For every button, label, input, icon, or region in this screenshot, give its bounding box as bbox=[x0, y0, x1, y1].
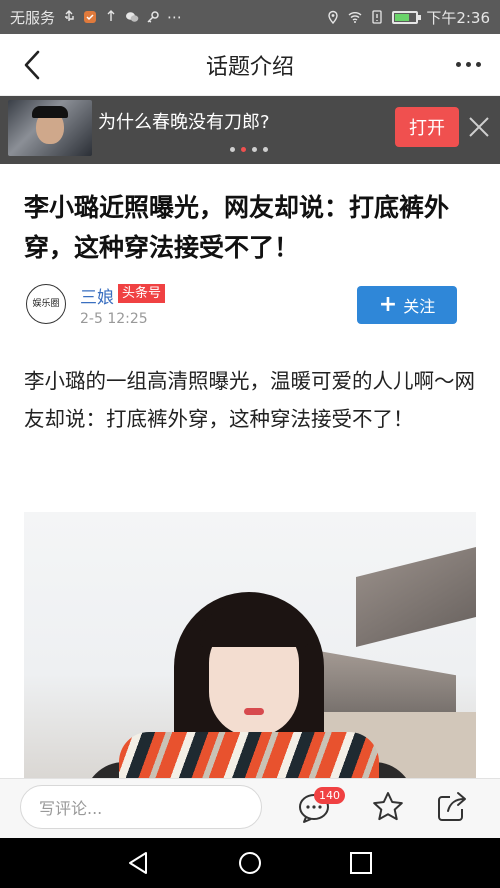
battery-level bbox=[395, 13, 410, 21]
promo-thumbnail bbox=[8, 100, 92, 156]
location-icon bbox=[328, 10, 339, 24]
nav-home-icon[interactable] bbox=[237, 850, 263, 876]
author-name[interactable]: 三娘 bbox=[80, 283, 114, 308]
carousel-dot bbox=[252, 147, 257, 152]
carrier-text: 无服务 bbox=[10, 8, 56, 27]
share-icon[interactable] bbox=[434, 789, 470, 825]
follow-button[interactable]: + 关注 bbox=[357, 286, 457, 324]
back-arrow-icon[interactable] bbox=[18, 48, 48, 82]
close-icon[interactable] bbox=[466, 114, 492, 140]
promo-text[interactable]: 为什么春晚没有刀郎? bbox=[98, 108, 270, 134]
comment-count-badge: 140 bbox=[314, 787, 345, 804]
more-notifications-icon: ⋯ bbox=[167, 8, 183, 26]
carousel-dots bbox=[230, 147, 268, 152]
battery-icon bbox=[392, 10, 422, 24]
article: 李小璐近照曝光，网友却说：打底裤外穿，这种穿法接受不了！ 娱乐圈 三娘 头条号 … bbox=[0, 164, 500, 778]
carousel-dot bbox=[263, 147, 268, 152]
usb-icon-2 bbox=[107, 10, 115, 21]
author-avatar[interactable]: 娱乐圈 bbox=[26, 284, 66, 324]
carousel-dot bbox=[241, 147, 246, 152]
more-menu-icon[interactable] bbox=[456, 54, 486, 74]
nav-back-icon[interactable] bbox=[126, 850, 152, 876]
article-photo[interactable] bbox=[24, 512, 476, 778]
star-icon[interactable] bbox=[370, 789, 406, 825]
carousel-dot bbox=[230, 147, 235, 152]
promo-banner[interactable]: 为什么春晚没有刀郎? 打开 bbox=[0, 96, 500, 164]
comment-input[interactable]: 写评论... bbox=[20, 785, 262, 829]
comment-bar: 写评论... 140 bbox=[0, 778, 500, 838]
wechat-icon bbox=[126, 12, 139, 22]
status-bar-right: 下午2:36 bbox=[326, 7, 490, 28]
app-notification-icon bbox=[84, 11, 97, 23]
page-title: 话题介绍 bbox=[205, 54, 294, 80]
status-bar-left: 无服务 ⋯ bbox=[10, 7, 182, 28]
promo-open-button[interactable]: 打开 bbox=[395, 107, 459, 147]
follow-label: 关注 bbox=[403, 297, 436, 316]
plus-icon: + bbox=[378, 292, 398, 317]
publish-time: 2-5 12:25 bbox=[80, 311, 148, 327]
article-headline: 李小璐近照曝光，网友却说：打底裤外穿，这种穿法接受不了！ bbox=[24, 193, 450, 262]
status-bar: 无服务 ⋯ 下午2:36 bbox=[0, 0, 500, 34]
status-time: 下午2:36 bbox=[426, 8, 490, 27]
nav-recents-icon[interactable] bbox=[348, 850, 374, 876]
system-nav-bar bbox=[0, 838, 500, 888]
article-body: 李小璐的一组高清照曝光，温暖可爱的人儿啊～网友却说：打底裤外穿，这种穿法接受不了… bbox=[24, 369, 475, 431]
title-bar: 话题介绍 bbox=[0, 34, 500, 96]
wifi-icon bbox=[348, 12, 362, 23]
key-icon bbox=[147, 11, 159, 23]
author-tag-badge: 头条号 bbox=[118, 284, 166, 303]
usb-icon bbox=[65, 10, 74, 21]
sim-alert-icon bbox=[372, 10, 382, 24]
